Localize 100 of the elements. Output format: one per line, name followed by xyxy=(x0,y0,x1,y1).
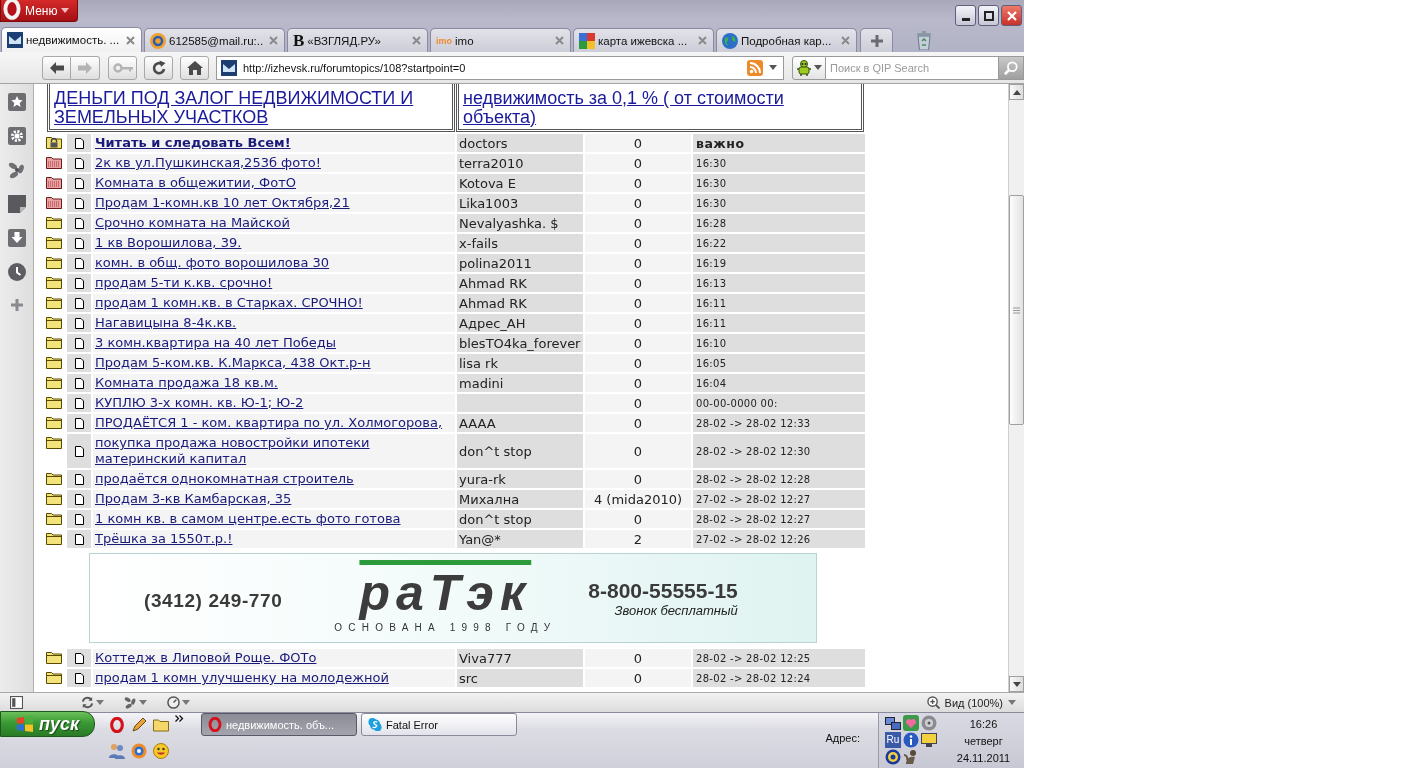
folder-icon xyxy=(46,216,62,229)
scrollbar-thumb[interactable] xyxy=(1009,195,1024,425)
figure-icon[interactable] xyxy=(903,749,919,765)
fan-icon[interactable] xyxy=(7,161,26,179)
topic-link[interactable]: Комната продажа 18 кв.м. xyxy=(95,375,278,391)
topic-link[interactable]: Продам 3-кв Камбарская, 35 xyxy=(95,491,292,507)
close-tab-button[interactable] xyxy=(839,34,852,47)
close-window-button[interactable] xyxy=(1001,5,1022,26)
last-post-cell: 16:28 xyxy=(693,214,865,232)
replies-cell: 4 (mida2010) xyxy=(585,490,691,508)
maximize-button[interactable] xyxy=(978,5,999,26)
circle-logo-icon[interactable] xyxy=(131,743,147,759)
speedometer-icon[interactable] xyxy=(167,696,180,709)
author-cell: yura-rk xyxy=(457,470,583,488)
monitor-icon[interactable] xyxy=(921,732,937,748)
folder-icon[interactable] xyxy=(153,717,169,733)
topic-link[interactable]: 3 комн.квартира на 40 лет Победы xyxy=(95,335,337,351)
reload-button[interactable] xyxy=(144,55,173,80)
clock-time[interactable]: 16:26 xyxy=(969,718,998,730)
topic-link[interactable]: 1 комн кв. в самом центре.есть фото готова xyxy=(95,511,401,527)
browser-tab[interactable]: карта ижевска ... xyxy=(573,28,714,52)
zoom-level[interactable]: Вид (100%) xyxy=(944,696,1003,709)
target-icon[interactable] xyxy=(885,749,901,765)
last-post-cell: 00-00-0000 00: xyxy=(693,394,865,412)
topic-link[interactable]: Читать и следовать Всем! xyxy=(95,135,291,151)
topic-link[interactable]: Комната в общежитии, ФотО xyxy=(95,175,296,191)
back-button[interactable] xyxy=(42,55,71,80)
topic-link[interactable]: продам 1 комн улучшенку на молодежной xyxy=(95,670,389,686)
recycle-bin-icon[interactable] xyxy=(916,30,932,50)
topic-link[interactable]: 2к кв ул.Пушкинская,253б фото! xyxy=(95,155,321,171)
browser-tab[interactable]: B «ВЗГЛЯД.РУ» xyxy=(287,28,428,52)
scroll-up-button[interactable] xyxy=(1009,84,1024,100)
scroll-down-button[interactable] xyxy=(1009,676,1024,692)
note-icon[interactable] xyxy=(7,195,26,213)
info-icon[interactable] xyxy=(903,732,919,748)
topic-link[interactable]: Коттедж в Липовой Роще. ФОТо xyxy=(95,650,317,666)
ad-banner[interactable]: (3412) 249-770 раТэк ОСНОВАНА 1998 ГОДУ 8-800-55555-15 Звонок бесплатный xyxy=(89,553,817,643)
topic-link[interactable]: Нагавицына 8-4к.кв. xyxy=(95,315,237,331)
panel-toggle-icon[interactable] xyxy=(10,696,23,709)
minimize-icon xyxy=(961,18,970,21)
ad-link[interactable]: недвижимость за 0,1 % ( от стоимости объекта) xyxy=(463,89,835,127)
topic-link[interactable]: продаётся однокомнатная строитель xyxy=(95,471,354,487)
plus-icon[interactable] xyxy=(10,299,23,311)
caret-icon[interactable] xyxy=(1008,700,1016,705)
replies-cell: 0 xyxy=(585,649,691,667)
settings-icon[interactable] xyxy=(7,127,26,145)
network-icon[interactable] xyxy=(885,715,901,731)
site-logo-icon xyxy=(7,32,23,48)
start-button[interactable]: пуск xyxy=(0,711,95,737)
close-tab-button[interactable] xyxy=(124,33,137,47)
search-engine-button[interactable] xyxy=(792,55,826,80)
close-tab-button[interactable] xyxy=(553,34,566,47)
pencil-icon[interactable] xyxy=(131,717,147,733)
new-tab-button[interactable] xyxy=(860,28,893,52)
browser-tab[interactable]: недвижимость. ... xyxy=(1,27,142,52)
topic-link[interactable]: 1 кв Ворошилова, 39. xyxy=(95,235,242,251)
ad-link[interactable]: ДЕНЬГИ ПОД ЗАЛОГ НЕДВИЖИМОСТИ И ЗЕМЕЛЬНЫХ УЧАСТКОВ xyxy=(54,89,426,127)
download-icon[interactable] xyxy=(7,229,26,247)
topic-link[interactable]: комн. в общ. фото ворошилова 30 xyxy=(95,255,330,271)
topic-link[interactable]: продам 5-ти к.кв. срочно! xyxy=(95,275,273,291)
folder-icon xyxy=(46,472,62,485)
browser-tab[interactable]: Подробная кар... xyxy=(716,28,857,52)
rss-icon[interactable] xyxy=(747,59,763,76)
close-tab-button[interactable] xyxy=(696,34,709,47)
caret-icon[interactable] xyxy=(182,700,190,705)
language-indicator[interactable]: Ru xyxy=(885,732,901,748)
globe-icon xyxy=(722,32,738,49)
sync-icon[interactable] xyxy=(81,696,94,709)
caret-icon[interactable] xyxy=(139,700,147,705)
home-button[interactable] xyxy=(180,55,209,80)
menu-button[interactable]: Меню xyxy=(0,0,78,22)
caret-icon[interactable] xyxy=(96,700,104,705)
topic-link[interactable]: Продам 5-ком.кв. К.Маркса, 438 Окт.р-н xyxy=(95,355,371,371)
fan-icon[interactable] xyxy=(124,696,137,709)
last-post-cell: 28-02 -> 28-02 12:28 xyxy=(693,470,865,488)
close-icon xyxy=(555,36,564,45)
browser-tab[interactable]: 612585@mail.ru:... xyxy=(144,28,285,52)
author-cell: Kotova E xyxy=(457,174,583,192)
close-tab-button[interactable] xyxy=(410,34,423,47)
ring-icon[interactable] xyxy=(109,717,125,733)
browser-tab[interactable]: imo imo xyxy=(430,28,571,52)
caret-icon[interactable] xyxy=(769,65,777,70)
last-post-cell: 28-02 -> 28-02 12:25 xyxy=(693,649,865,667)
minimize-button[interactable] xyxy=(955,5,976,26)
users-icon[interactable] xyxy=(109,743,125,759)
topic-link[interactable]: Продам 1-комн.кв 10 лет Октября,21 xyxy=(95,195,350,211)
vertical-scrollbar[interactable] xyxy=(1008,84,1024,692)
address-field[interactable]: http://izhevsk.ru/forumtopics/108?startpoint=0 xyxy=(216,55,784,80)
author-cell: Viva777 xyxy=(457,649,583,667)
topic-link[interactable]: продам 1 комн.кв. в Старках. СРОЧНО! xyxy=(95,295,363,311)
topic-link[interactable]: КУПЛЮ 3-х комн. кв. Ю-1; Ю-2 xyxy=(95,395,304,411)
topic-link[interactable]: Срочно комната на Майской xyxy=(95,215,290,231)
taskbar-button[interactable]: Fatal Error xyxy=(361,713,517,736)
zoom-icon[interactable] xyxy=(926,696,940,709)
topic-link[interactable]: ПРОДАЁТСЯ 1 - ком. квартира по ул. Холмогорова, xyxy=(95,415,443,431)
topic-link[interactable]: Трёшка за 1550т.р.! xyxy=(95,531,233,547)
double-chevron-icon[interactable] xyxy=(175,715,184,722)
clock-icon[interactable] xyxy=(7,263,26,281)
close-tab-button[interactable] xyxy=(267,34,280,47)
smiley-icon[interactable] xyxy=(153,743,169,759)
